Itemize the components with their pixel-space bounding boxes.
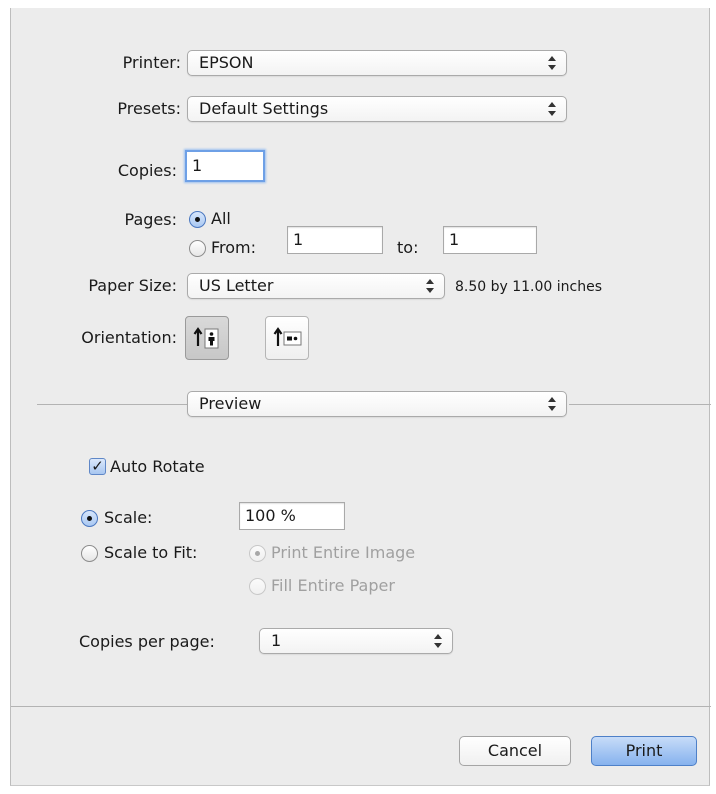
paper-size-label: Paper Size:	[88, 276, 177, 295]
updown-arrows-icon	[434, 634, 442, 648]
pages-from-label: From:	[211, 238, 257, 257]
print-entire-image-label: Print Entire Image	[271, 543, 416, 562]
pages-from-radio[interactable]	[189, 240, 206, 257]
fill-entire-paper-radio[interactable]	[249, 578, 266, 595]
print-dialog: Printer: EPSON Presets: Default Settings…	[10, 8, 711, 786]
copies-per-page-label: Copies per page:	[79, 632, 215, 651]
presets-popup[interactable]: Default Settings	[187, 96, 567, 122]
cancel-button[interactable]: Cancel	[459, 736, 571, 766]
pages-all-label: All	[211, 209, 231, 228]
pages-label: Pages:	[124, 210, 177, 229]
checkmark-icon: ✓	[91, 457, 104, 475]
scale-label: Scale:	[104, 508, 153, 527]
bottom-divider	[11, 706, 711, 707]
divider-left	[37, 404, 187, 405]
printer-popup[interactable]: EPSON	[187, 50, 567, 76]
copies-per-page-popup[interactable]: 1	[259, 628, 453, 654]
orientation-landscape-button[interactable]	[265, 316, 309, 360]
paper-dimensions: 8.50 by 11.00 inches	[455, 279, 603, 295]
pages-to-field[interactable]: 1	[443, 226, 537, 254]
fill-entire-paper-label: Fill Entire Paper	[271, 576, 395, 595]
landscape-orientation-icon	[273, 327, 302, 346]
print-entire-image-radio[interactable]	[249, 545, 266, 562]
paper-size-popup-value: US Letter	[199, 276, 274, 295]
updown-arrows-icon	[426, 279, 434, 293]
copies-field[interactable]: 1	[185, 150, 265, 182]
pages-to-label: to:	[397, 238, 419, 257]
copies-label: Copies:	[117, 161, 177, 180]
orientation-portrait-button[interactable]	[185, 316, 229, 360]
portrait-orientation-icon	[193, 327, 219, 349]
printer-label: Printer:	[122, 53, 181, 72]
scale-field[interactable]: 100 %	[239, 502, 345, 530]
updown-arrows-icon	[548, 56, 556, 70]
print-options-section-popup[interactable]: Preview	[187, 391, 567, 417]
print-options-section-value: Preview	[199, 394, 262, 413]
pages-all-radio[interactable]	[189, 211, 206, 228]
updown-arrows-icon	[548, 397, 556, 411]
auto-rotate-checkbox[interactable]: ✓	[89, 458, 106, 475]
scale-to-fit-label: Scale to Fit:	[104, 543, 198, 562]
pages-from-field[interactable]: 1	[287, 226, 383, 254]
presets-popup-value: Default Settings	[199, 99, 329, 118]
copies-per-page-value: 1	[271, 631, 282, 650]
divider-right	[569, 404, 711, 405]
auto-rotate-label: Auto Rotate	[110, 457, 205, 476]
orientation-label: Orientation:	[81, 328, 177, 347]
updown-arrows-icon	[548, 102, 556, 116]
printer-popup-value: EPSON	[199, 53, 254, 72]
print-button[interactable]: Print	[591, 736, 697, 766]
presets-label: Presets:	[117, 99, 181, 118]
scale-radio[interactable]	[81, 510, 98, 527]
paper-size-popup[interactable]: US Letter	[187, 273, 445, 299]
scale-to-fit-radio[interactable]	[81, 545, 98, 562]
